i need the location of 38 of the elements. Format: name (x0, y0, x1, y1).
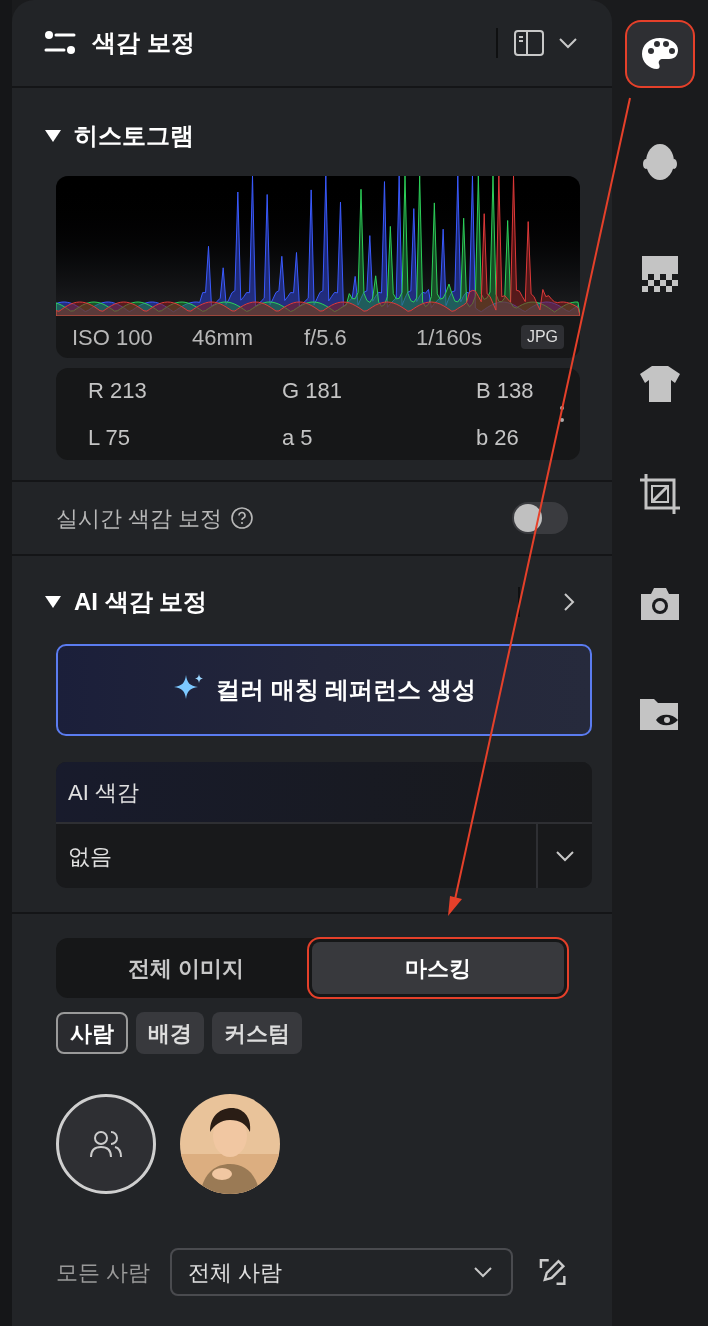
color-reading: b 26 (476, 424, 519, 452)
exif-text: ISO 100 (72, 323, 154, 352)
palette-icon (640, 36, 680, 72)
filter-label: 모든 사람 (56, 1258, 151, 1287)
panel-layout-icon[interactable] (514, 30, 544, 56)
generate-reference-button[interactable]: 컬러 매칭 레퍼런스 생성 (56, 644, 592, 736)
scope-tab[interactable]: 전체 이미지 (60, 942, 312, 994)
color-reading: G 181 (282, 377, 343, 405)
exif-text: 46mm (192, 323, 255, 352)
person-dropdown[interactable]: 전체 사람 (170, 1248, 513, 1296)
panel-title: 색감 보정 (92, 28, 195, 58)
mask-type-chip[interactable]: 배경 (136, 1012, 204, 1054)
collapse-triangle-icon[interactable] (44, 129, 62, 143)
realtime-label: 실시간 색감 보정 (56, 504, 223, 533)
section-title: AI 색감 보정 (74, 587, 208, 617)
more-icon[interactable] (560, 404, 564, 424)
people-icon (89, 1130, 123, 1158)
exif-text: f/5.6 (304, 323, 348, 352)
section-title: 히스토그램 (74, 121, 194, 151)
sliders-icon (44, 30, 76, 56)
camera-icon[interactable] (638, 586, 682, 622)
color-reading: L 75 (88, 424, 131, 452)
color-reading: a 5 (282, 424, 314, 452)
color-reading: R 213 (88, 377, 148, 405)
help-icon[interactable] (230, 506, 255, 530)
format-badge: JPG (520, 325, 564, 349)
tool-button[interactable] (627, 22, 693, 86)
checkerboard-icon[interactable] (641, 255, 679, 293)
exif-text: 1/160s (416, 323, 483, 352)
shirt-icon[interactable] (639, 364, 681, 404)
mask-type-chip[interactable]: 사람 (56, 1012, 128, 1054)
mask-type-chip[interactable]: 커스텀 (212, 1012, 302, 1054)
ai-style-dropdown[interactable]: 없음 (56, 824, 592, 888)
collapse-triangle-icon[interactable] (44, 595, 62, 609)
color-reading: B 138 (476, 377, 534, 405)
realtime-toggle[interactable] (512, 502, 568, 534)
crop-icon[interactable] (638, 472, 682, 516)
ai-style-label: AI 색감 (68, 778, 139, 807)
